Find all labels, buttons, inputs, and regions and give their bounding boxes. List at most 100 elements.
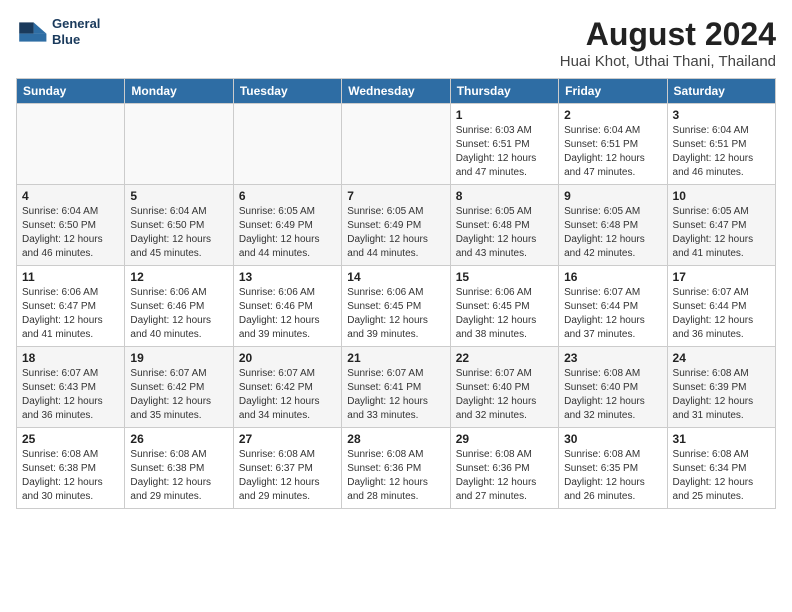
calendar-cell: 25Sunrise: 6:08 AM Sunset: 6:38 PM Dayli… (17, 428, 125, 509)
cell-info: Sunrise: 6:08 AM Sunset: 6:36 PM Dayligh… (347, 448, 444, 504)
day-number: 23 (564, 351, 661, 365)
calendar-cell: 4 Sunrise: 6:04 AM Sunset: 6:50 PM Daylig… (17, 185, 125, 266)
calendar-cell: 2Sunrise: 6:04 AM Sunset: 6:51 PM Daylig… (559, 104, 667, 185)
logo-line1: General (52, 16, 100, 32)
calendar-cell: 17 Sunrise: 6:07 AM Sunset: 6:44 PM Dayli… (667, 266, 775, 347)
day-number: 13 (239, 270, 336, 284)
day-number: 11 (22, 270, 119, 284)
calendar-week-row: 25Sunrise: 6:08 AM Sunset: 6:38 PM Dayli… (17, 428, 776, 509)
calendar-cell: 16 Sunrise: 6:07 AM Sunset: 6:44 PM Dayli… (559, 266, 667, 347)
calendar-week-row: 1 Sunrise: 6:03 AM Sunset: 6:51 PM Daylig… (17, 104, 776, 185)
calendar-cell: 24 Sunrise: 6:08 AM Sunset: 6:39 PM Dayli… (667, 347, 775, 428)
cell-info: Sunrise: 6:03 AM Sunset: 6:51 PM Dayligh… (456, 124, 553, 180)
cell-info: Sunrise: 6:07 AM Sunset: 6:42 PM Dayligh… (239, 367, 336, 423)
cell-info: Sunrise: 6:04 AM Sunset: 6:51 PM Dayligh… (564, 124, 661, 180)
day-number: 10 (673, 189, 770, 203)
calendar-cell (125, 104, 233, 185)
day-of-week-header: Wednesday (342, 79, 450, 104)
day-number: 17 (673, 270, 770, 284)
cell-info: Sunrise: 6:07 AM Sunset: 6:43 PM Dayligh… (22, 367, 119, 423)
day-number: 12 (130, 270, 227, 284)
cell-info: Sunrise: 6:08 AM Sunset: 6:40 PM Dayligh… (564, 367, 661, 423)
calendar-cell: 3Sunrise: 6:04 AM Sunset: 6:51 PM Daylig… (667, 104, 775, 185)
cell-info: Sunrise: 6:05 AM Sunset: 6:47 PM Dayligh… (673, 205, 770, 261)
calendar-cell: 7 Sunrise: 6:05 AM Sunset: 6:49 PM Daylig… (342, 185, 450, 266)
cell-info: Sunrise: 6:07 AM Sunset: 6:40 PM Dayligh… (456, 367, 553, 423)
day-number: 26 (130, 432, 227, 446)
cell-info: Sunrise: 6:06 AM Sunset: 6:45 PM Dayligh… (347, 286, 444, 342)
day-of-week-header: Sunday (17, 79, 125, 104)
cell-info: Sunrise: 6:04 AM Sunset: 6:51 PM Dayligh… (673, 124, 770, 180)
cell-info: Sunrise: 6:05 AM Sunset: 6:49 PM Dayligh… (239, 205, 336, 261)
day-number: 16 (564, 270, 661, 284)
calendar-cell: 30 Sunrise: 6:08 AM Sunset: 6:35 PM Dayli… (559, 428, 667, 509)
cell-info: Sunrise: 6:08 AM Sunset: 6:38 PM Dayligh… (22, 448, 119, 504)
calendar-cell: 8 Sunrise: 6:05 AM Sunset: 6:48 PM Daylig… (450, 185, 558, 266)
cell-info: Sunrise: 6:06 AM Sunset: 6:46 PM Dayligh… (239, 286, 336, 342)
day-of-week-header: Friday (559, 79, 667, 104)
day-number: 1 (456, 108, 553, 122)
calendar-week-row: 11 Sunrise: 6:06 AM Sunset: 6:47 PM Dayli… (17, 266, 776, 347)
calendar-cell: 19Sunrise: 6:07 AM Sunset: 6:42 PM Dayli… (125, 347, 233, 428)
calendar-cell: 11 Sunrise: 6:06 AM Sunset: 6:47 PM Dayli… (17, 266, 125, 347)
day-number: 6 (239, 189, 336, 203)
day-number: 15 (456, 270, 553, 284)
calendar-cell (342, 104, 450, 185)
cell-info: Sunrise: 6:08 AM Sunset: 6:38 PM Dayligh… (130, 448, 227, 504)
cell-info: Sunrise: 6:08 AM Sunset: 6:36 PM Dayligh… (456, 448, 553, 504)
cell-info: Sunrise: 6:05 AM Sunset: 6:48 PM Dayligh… (564, 205, 661, 261)
calendar-cell: 21Sunrise: 6:07 AM Sunset: 6:41 PM Dayli… (342, 347, 450, 428)
logo: General Blue (16, 16, 100, 48)
cell-info: Sunrise: 6:08 AM Sunset: 6:34 PM Dayligh… (673, 448, 770, 504)
day-number: 7 (347, 189, 444, 203)
calendar-cell: 13 Sunrise: 6:06 AM Sunset: 6:46 PM Dayli… (233, 266, 341, 347)
day-number: 14 (347, 270, 444, 284)
calendar-cell: 9 Sunrise: 6:05 AM Sunset: 6:48 PM Daylig… (559, 185, 667, 266)
calendar-cell: 6 Sunrise: 6:05 AM Sunset: 6:49 PM Daylig… (233, 185, 341, 266)
calendar-cell: 31 Sunrise: 6:08 AM Sunset: 6:34 PM Dayli… (667, 428, 775, 509)
calendar-cell: 14 Sunrise: 6:06 AM Sunset: 6:45 PM Dayli… (342, 266, 450, 347)
day-number: 9 (564, 189, 661, 203)
logo-icon (16, 16, 48, 48)
logo-line2: Blue (52, 32, 100, 48)
calendar-cell: 22 Sunrise: 6:07 AM Sunset: 6:40 PM Dayli… (450, 347, 558, 428)
cell-info: Sunrise: 6:07 AM Sunset: 6:41 PM Dayligh… (347, 367, 444, 423)
page-header: General Blue August 2024 Huai Khot, Utha… (16, 16, 776, 70)
calendar-week-row: 4 Sunrise: 6:04 AM Sunset: 6:50 PM Daylig… (17, 185, 776, 266)
day-number: 22 (456, 351, 553, 365)
day-number: 24 (673, 351, 770, 365)
day-of-week-header: Monday (125, 79, 233, 104)
calendar-cell: 20 Sunrise: 6:07 AM Sunset: 6:42 PM Dayli… (233, 347, 341, 428)
cell-info: Sunrise: 6:05 AM Sunset: 6:49 PM Dayligh… (347, 205, 444, 261)
cell-info: Sunrise: 6:04 AM Sunset: 6:50 PM Dayligh… (22, 205, 119, 261)
cell-info: Sunrise: 6:07 AM Sunset: 6:44 PM Dayligh… (564, 286, 661, 342)
calendar-cell: 27 Sunrise: 6:08 AM Sunset: 6:37 PM Dayli… (233, 428, 341, 509)
calendar-cell (233, 104, 341, 185)
day-of-week-header: Tuesday (233, 79, 341, 104)
day-of-week-header: Saturday (667, 79, 775, 104)
day-number: 18 (22, 351, 119, 365)
calendar-cell: 5Sunrise: 6:04 AM Sunset: 6:50 PM Daylig… (125, 185, 233, 266)
cell-info: Sunrise: 6:05 AM Sunset: 6:48 PM Dayligh… (456, 205, 553, 261)
day-number: 28 (347, 432, 444, 446)
day-number: 30 (564, 432, 661, 446)
calendar-cell: 12Sunrise: 6:06 AM Sunset: 6:46 PM Dayli… (125, 266, 233, 347)
calendar-cell: 29Sunrise: 6:08 AM Sunset: 6:36 PM Dayli… (450, 428, 558, 509)
day-number: 31 (673, 432, 770, 446)
cell-info: Sunrise: 6:08 AM Sunset: 6:37 PM Dayligh… (239, 448, 336, 504)
cell-info: Sunrise: 6:08 AM Sunset: 6:35 PM Dayligh… (564, 448, 661, 504)
calendar-cell: 15 Sunrise: 6:06 AM Sunset: 6:45 PM Dayli… (450, 266, 558, 347)
calendar-cell: 10 Sunrise: 6:05 AM Sunset: 6:47 PM Dayli… (667, 185, 775, 266)
calendar-cell: 28 Sunrise: 6:08 AM Sunset: 6:36 PM Dayli… (342, 428, 450, 509)
cell-info: Sunrise: 6:07 AM Sunset: 6:42 PM Dayligh… (130, 367, 227, 423)
calendar-cell: 18 Sunrise: 6:07 AM Sunset: 6:43 PM Dayli… (17, 347, 125, 428)
cell-info: Sunrise: 6:06 AM Sunset: 6:45 PM Dayligh… (456, 286, 553, 342)
title-area: August 2024 Huai Khot, Uthai Thani, Thai… (560, 16, 776, 70)
day-number: 27 (239, 432, 336, 446)
day-number: 8 (456, 189, 553, 203)
day-number: 20 (239, 351, 336, 365)
day-number: 4 (22, 189, 119, 203)
cell-info: Sunrise: 6:07 AM Sunset: 6:44 PM Dayligh… (673, 286, 770, 342)
cell-info: Sunrise: 6:06 AM Sunset: 6:47 PM Dayligh… (22, 286, 119, 342)
cell-info: Sunrise: 6:08 AM Sunset: 6:39 PM Dayligh… (673, 367, 770, 423)
